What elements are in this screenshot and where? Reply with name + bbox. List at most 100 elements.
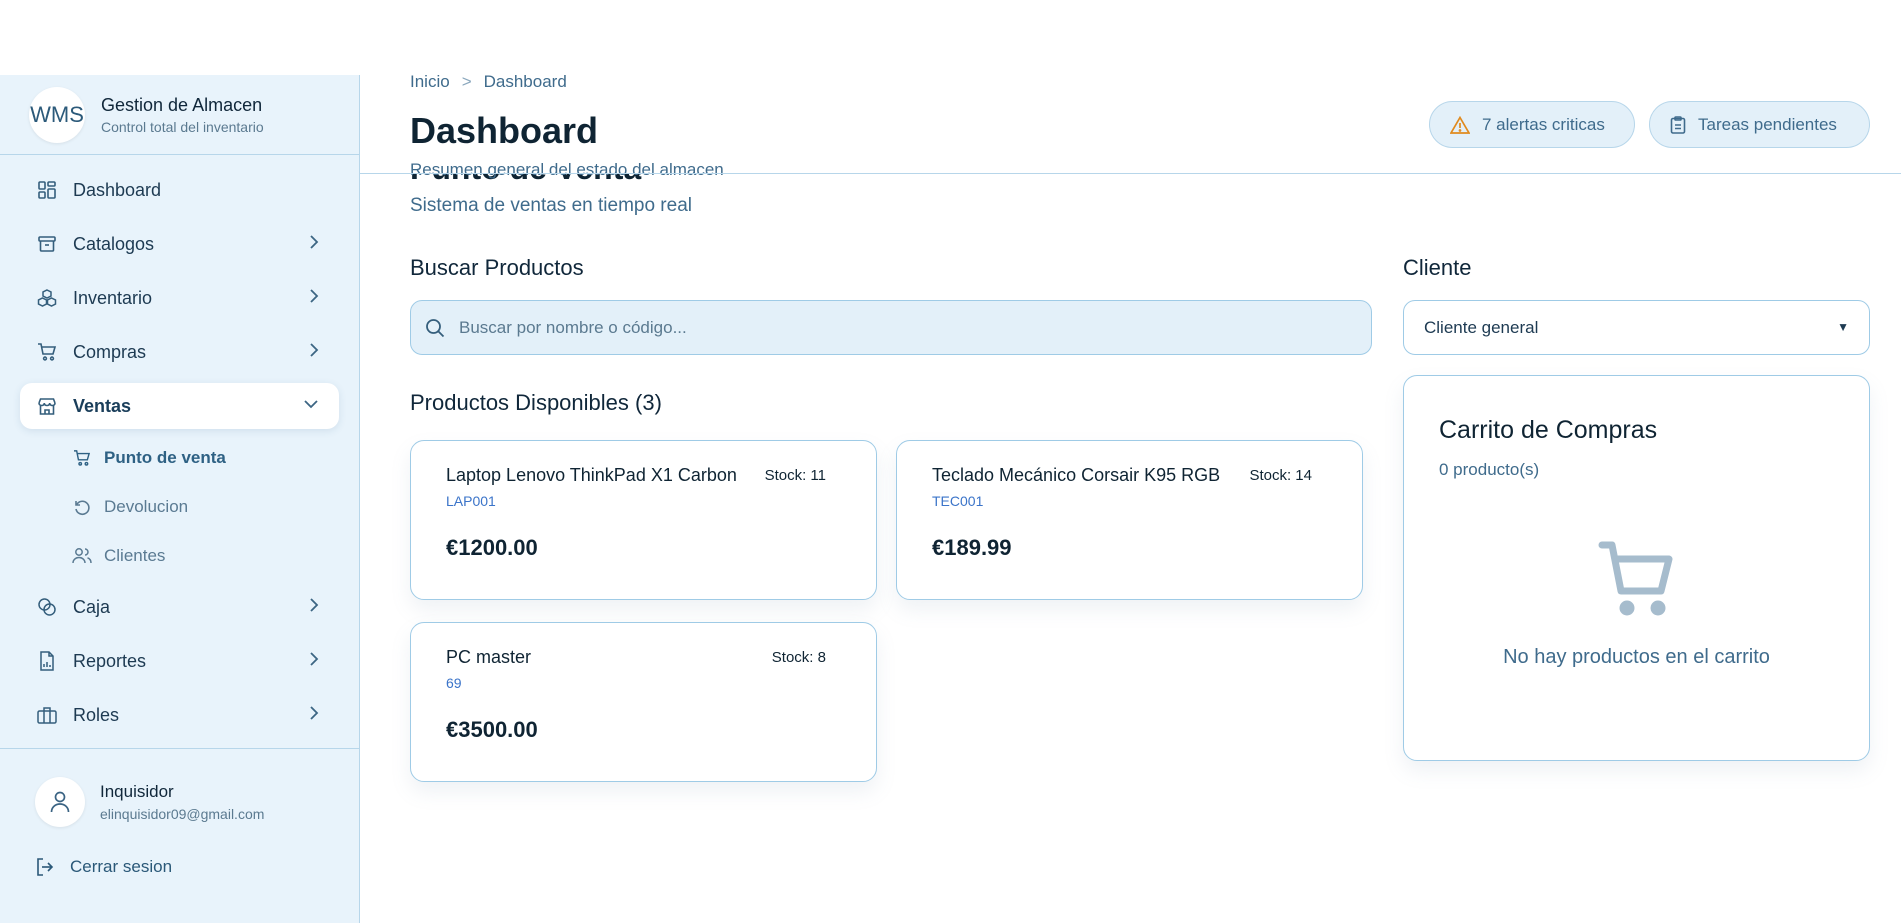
sidebar-subitem-label: Devolucion bbox=[104, 497, 189, 516]
user-email: elinquisidor09@gmail.com bbox=[100, 806, 265, 822]
search-input[interactable] bbox=[459, 317, 1339, 338]
product-search[interactable] bbox=[410, 300, 1372, 355]
sidebar-subitem-punto-de-venta[interactable]: Punto de venta bbox=[72, 437, 339, 479]
sidebar-item-dashboard[interactable]: Dashboard bbox=[20, 167, 339, 213]
cart-title: Carrito de Compras bbox=[1439, 416, 1658, 444]
store-icon bbox=[36, 395, 58, 417]
sidebar-item-inventario[interactable]: Inventario bbox=[20, 275, 339, 321]
product-card[interactable]: PC master Stock: 8 69 €3500.00 bbox=[410, 622, 877, 782]
sidebar-subitem-clientes[interactable]: Clientes bbox=[72, 535, 339, 577]
shopping-cart-icon bbox=[1598, 541, 1678, 622]
logout-label: Cerrar sesion bbox=[70, 857, 173, 876]
breadcrumb-item-dashboard[interactable]: Dashboard bbox=[484, 72, 567, 92]
products-section-label: Productos Disponibles (3) bbox=[410, 390, 662, 415]
sidebar-subitem-label: Clientes bbox=[104, 546, 166, 565]
user-icon bbox=[50, 791, 70, 813]
client-select[interactable]: Cliente general ▼ bbox=[1403, 300, 1870, 355]
header-divider bbox=[360, 173, 1901, 174]
logout-icon bbox=[36, 858, 54, 876]
report-file-icon bbox=[36, 650, 58, 672]
product-stock: Stock: 11 bbox=[764, 467, 826, 484]
sidebar-item-ventas[interactable]: Ventas bbox=[20, 383, 339, 429]
sidebar-subitem-devolucion[interactable]: Devolucion bbox=[72, 486, 339, 528]
breadcrumb-item-inicio[interactable]: Inicio bbox=[410, 72, 450, 92]
rotate-ccw-icon bbox=[72, 497, 92, 517]
pending-tasks-label: Tareas pendientes bbox=[1698, 114, 1837, 134]
brand-text: Gestion de Almacen Control total del inv… bbox=[101, 95, 264, 135]
warning-triangle-icon bbox=[1450, 115, 1470, 134]
avatar[interactable] bbox=[35, 777, 85, 827]
brand-title: Gestion de Almacen bbox=[101, 94, 263, 115]
chevron-right-icon bbox=[309, 651, 319, 672]
product-stock: Stock: 14 bbox=[1249, 467, 1312, 484]
top-strip bbox=[0, 0, 1901, 75]
user-info: Inquisidor elinquisidor09@gmail.com bbox=[0, 749, 359, 827]
product-name: Laptop Lenovo ThinkPad X1 Carbon bbox=[446, 465, 737, 485]
product-card[interactable]: Laptop Lenovo ThinkPad X1 Carbon Stock: … bbox=[410, 440, 877, 600]
page-title: Dashboard bbox=[410, 110, 599, 151]
sidebar-item-label: Caja bbox=[73, 596, 111, 617]
clipboard-icon bbox=[1670, 115, 1686, 134]
pending-tasks-button[interactable]: Tareas pendientes bbox=[1649, 101, 1870, 148]
breadcrumb-separator: > bbox=[461, 72, 472, 91]
sidebar-nav: Dashboard Catalogos Inventario Compras V… bbox=[0, 155, 359, 738]
boxes-icon bbox=[36, 287, 58, 309]
sidebar-item-label: Catalogos bbox=[73, 233, 155, 254]
client-select-value: Cliente general bbox=[1424, 317, 1539, 337]
chevron-right-icon bbox=[309, 705, 319, 726]
sidebar-item-label: Roles bbox=[73, 704, 120, 725]
sidebar-item-reportes[interactable]: Reportes bbox=[20, 638, 339, 684]
product-code: 69 bbox=[446, 675, 462, 691]
cart-empty-message: No hay productos en el carrito bbox=[1503, 646, 1770, 668]
user-text: Inquisidor elinquisidor09@gmail.com bbox=[100, 782, 264, 822]
product-card[interactable]: Teclado Mecánico Corsair K95 RGB Stock: … bbox=[896, 440, 1363, 600]
critical-alerts-label: 7 alertas criticas bbox=[1482, 114, 1605, 134]
user-panel: Inquisidor elinquisidor09@gmail.com Cerr… bbox=[0, 748, 359, 923]
sidebar-item-roles[interactable]: Roles bbox=[20, 692, 339, 738]
app-root: WMS Gestion de Almacen Control total del… bbox=[0, 0, 1901, 923]
client-section-label: Cliente bbox=[1403, 255, 1472, 280]
product-price: €189.99 bbox=[932, 535, 1012, 560]
cart-panel: Carrito de Compras 0 producto(s) No hay … bbox=[1403, 375, 1870, 761]
brand-logo: WMS bbox=[29, 86, 85, 143]
archive-box-icon bbox=[36, 233, 58, 255]
product-price: €3500.00 bbox=[446, 717, 538, 742]
search-section-label: Buscar Productos bbox=[410, 255, 584, 280]
sidebar-item-compras[interactable]: Compras bbox=[20, 329, 339, 375]
sidebar-item-label: Ventas bbox=[73, 395, 132, 416]
user-name: Inquisidor bbox=[100, 782, 174, 801]
sidebar-item-caja[interactable]: Caja bbox=[20, 584, 339, 630]
briefcase-icon bbox=[36, 704, 58, 726]
product-code: LAP001 bbox=[446, 493, 496, 509]
chevron-right-icon bbox=[309, 234, 319, 255]
sidebar-item-label: Inventario bbox=[73, 287, 153, 308]
chevron-down-icon bbox=[303, 396, 319, 417]
cart-icon bbox=[72, 448, 92, 468]
pos-subtitle: Sistema de ventas en tiempo real bbox=[410, 195, 692, 216]
chevron-right-icon bbox=[309, 342, 319, 363]
product-name: PC master bbox=[446, 647, 532, 667]
product-name: Teclado Mecánico Corsair K95 RGB bbox=[932, 465, 1221, 485]
sidebar-item-label: Compras bbox=[73, 341, 147, 362]
brand-subtitle: Control total del inventario bbox=[101, 118, 264, 135]
critical-alerts-button[interactable]: 7 alertas criticas bbox=[1429, 101, 1635, 148]
dashboard-grid-icon bbox=[36, 179, 58, 201]
sidebar-item-label: Reportes bbox=[73, 650, 147, 671]
sidebar-subitem-label: Punto de venta bbox=[104, 448, 226, 467]
search-icon bbox=[425, 318, 445, 338]
product-stock: Stock: 8 bbox=[771, 649, 826, 666]
caret-down-icon: ▼ bbox=[1837, 320, 1849, 334]
chevron-right-icon bbox=[309, 288, 319, 309]
sidebar-item-label: Dashboard bbox=[73, 179, 162, 200]
sidebar: WMS Gestion de Almacen Control total del… bbox=[0, 75, 360, 923]
product-code: TEC001 bbox=[932, 493, 984, 509]
product-price: €1200.00 bbox=[446, 535, 538, 560]
sidebar-item-catalogos[interactable]: Catalogos bbox=[20, 221, 339, 267]
users-icon bbox=[72, 546, 92, 566]
page-subtitle: Resumen general del estado del almacen bbox=[410, 160, 724, 179]
cart-count: 0 producto(s) bbox=[1439, 460, 1540, 479]
logout-button[interactable]: Cerrar sesion bbox=[36, 857, 359, 877]
coins-icon bbox=[36, 596, 58, 618]
breadcrumb: Inicio > Dashboard bbox=[410, 72, 567, 92]
brand: WMS Gestion de Almacen Control total del… bbox=[0, 75, 359, 155]
